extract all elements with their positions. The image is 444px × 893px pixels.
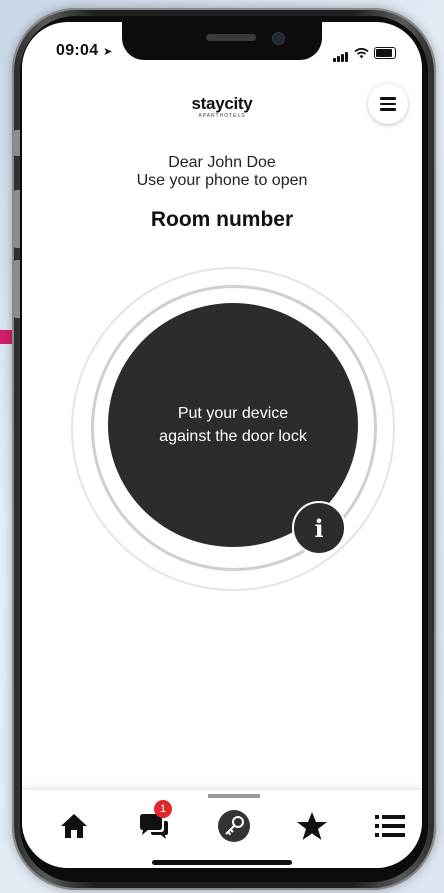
app-screen: 09:04 ➤ staycity APARTHOTELS Dear John D… [22,22,422,868]
star-icon [297,812,327,840]
hamburger-icon [380,97,396,100]
notch [122,22,322,60]
info-icon: i [314,513,324,543]
status-time-text: 09:04 [56,42,99,59]
tab-home[interactable] [52,804,96,848]
greeting-instruction: Use your phone to open [136,172,308,189]
room-number-title: Room number [150,208,294,231]
messages-badge: 1 [154,800,172,818]
active-tab-indicator [208,794,260,798]
wifi-icon [354,47,369,58]
logo-subtext: APARTHOTELS [198,113,246,119]
location-arrow-icon: ➤ [103,46,113,58]
signal-icon [333,44,349,62]
home-icon [61,814,87,838]
status-time: 09:04 ➤ [56,42,113,60]
speaker [206,34,256,41]
tab-messages[interactable]: 1 [132,800,176,848]
key-icon [218,810,250,842]
status-icons [333,44,396,62]
greeting: Dear John Doe Use your phone to open [22,154,422,190]
staycity-logo: staycity APARTHOTELS [22,94,422,119]
tab-key[interactable] [212,804,256,848]
tab-list[interactable] [368,804,412,848]
logo-text: staycity [191,94,253,113]
list-icon [375,815,405,837]
camera [272,32,285,45]
unlock-instruction: Put your device against the door lock [159,405,307,445]
bottom-tab-bar: 1 [22,790,422,868]
tab-favorites[interactable] [290,804,334,848]
home-indicator[interactable] [152,860,292,865]
hamburger-menu-button[interactable] [368,84,408,124]
info-button[interactable]: i [292,501,346,555]
greeting-name: Dear John Doe [168,154,276,171]
battery-icon [374,47,396,59]
